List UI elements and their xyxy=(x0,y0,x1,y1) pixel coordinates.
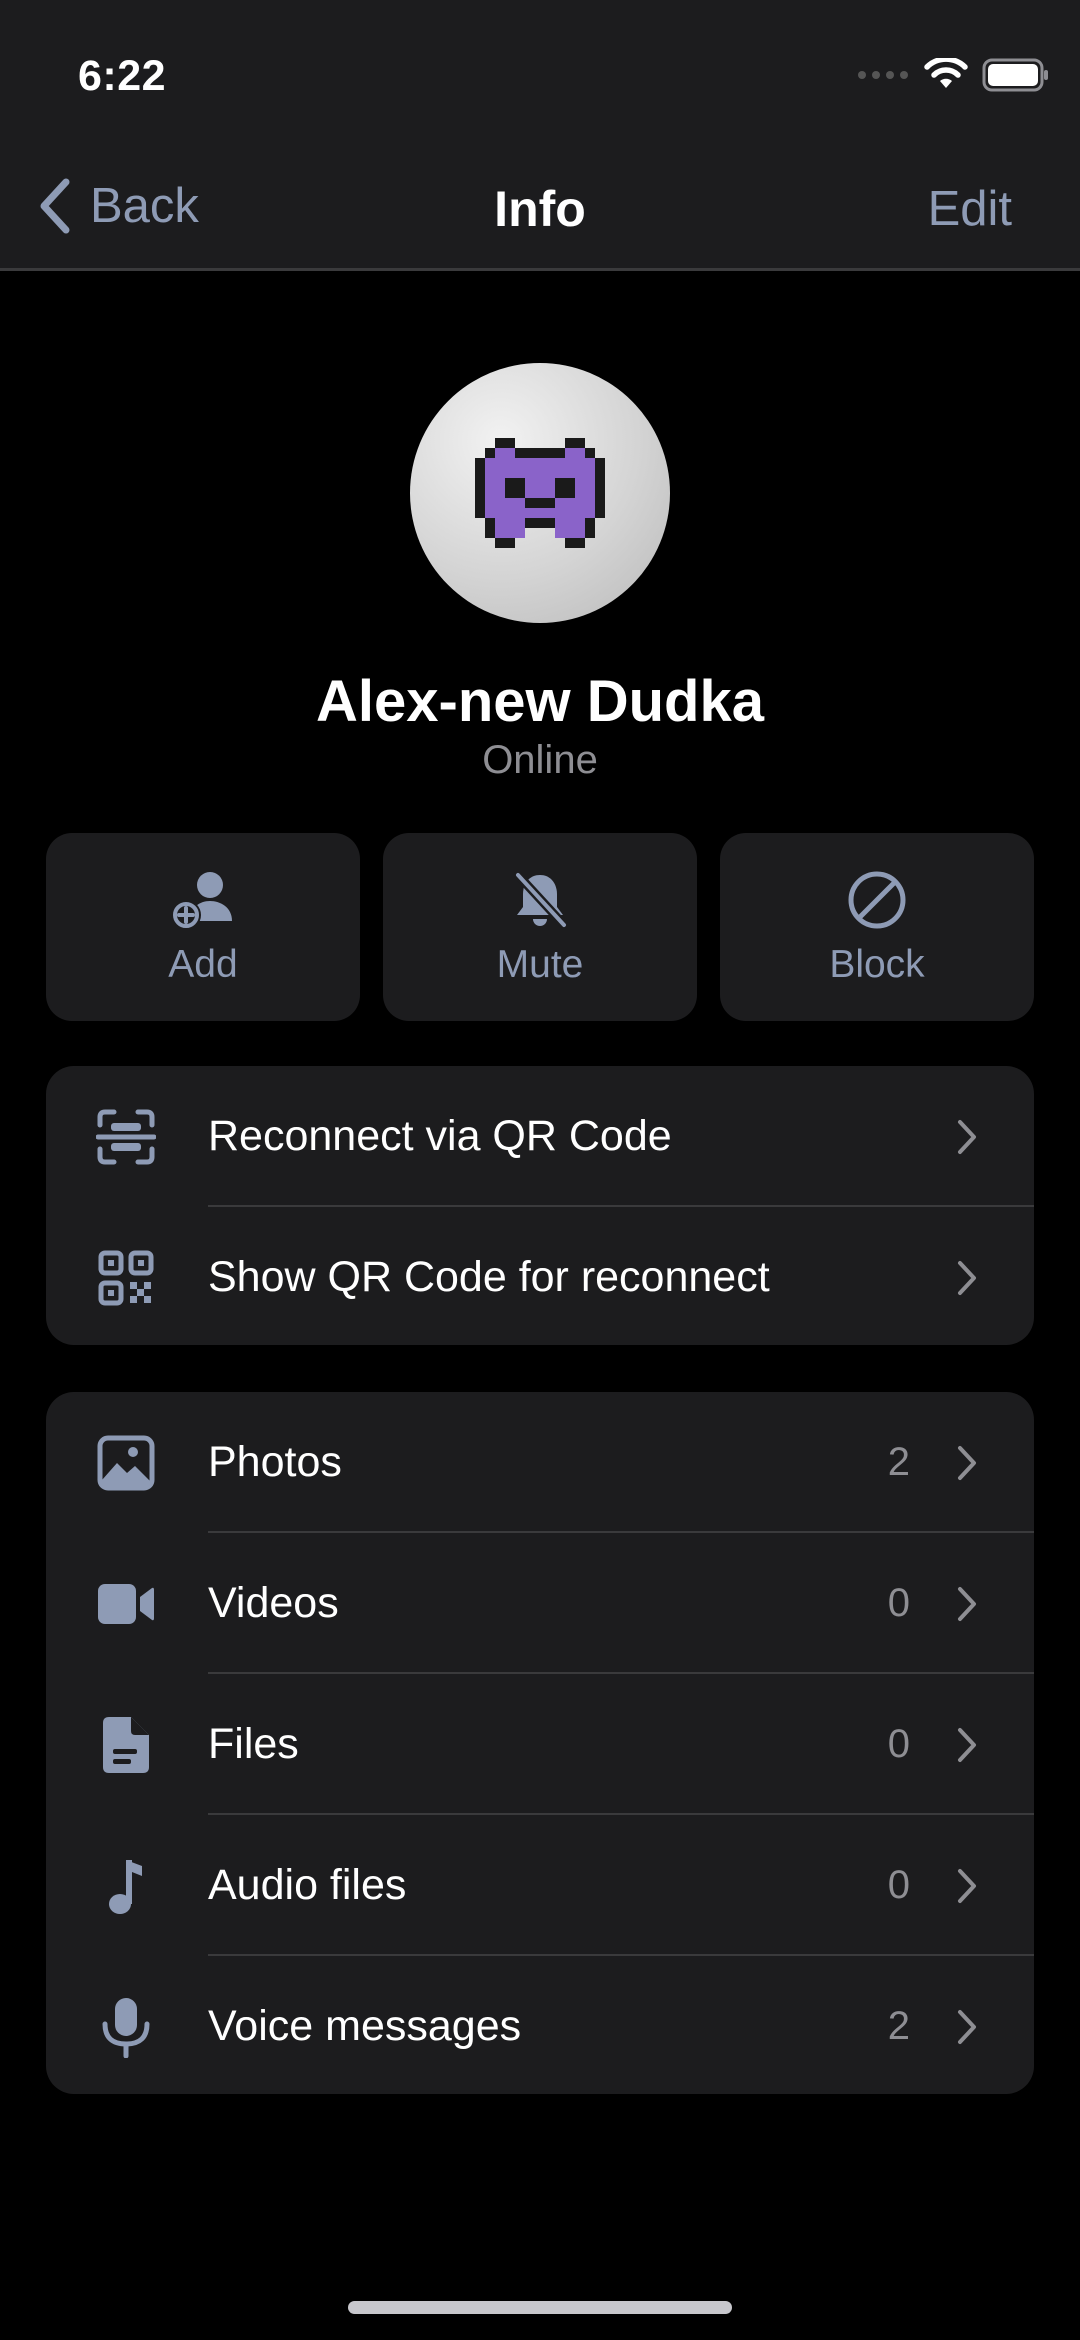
audio-files-count: 0 xyxy=(887,1863,910,1907)
reconnect-qr-label: Reconnect via QR Code xyxy=(208,1112,672,1160)
add-contact-icon xyxy=(171,872,232,930)
qr-scan-icon xyxy=(96,1109,156,1164)
audio-files-label: Audio files xyxy=(208,1861,407,1909)
voice-messages-row[interactable]: Voice messages 2 xyxy=(46,1956,1034,2094)
chevron-right-icon xyxy=(958,1727,976,1762)
photo-icon xyxy=(97,1435,155,1490)
mute-label: Mute xyxy=(496,943,584,986)
home-indicator[interactable] xyxy=(348,2301,732,2314)
wifi-icon xyxy=(924,58,968,88)
file-icon xyxy=(103,1716,149,1773)
videos-row[interactable]: Videos 0 xyxy=(46,1533,1034,1674)
chevron-right-icon xyxy=(958,1445,976,1480)
action-buttons: Add Mute Block xyxy=(46,833,1034,1021)
navigation-bar: Back Info Edit xyxy=(0,150,1080,271)
chevron-right-icon xyxy=(958,1119,976,1154)
reconnect-qr-row[interactable]: Reconnect via QR Code xyxy=(46,1066,1034,1207)
back-button[interactable]: Back xyxy=(38,170,199,242)
block-button[interactable]: Block xyxy=(720,833,1034,1021)
chevron-right-icon xyxy=(958,1586,976,1621)
photos-row[interactable]: Photos 2 xyxy=(46,1392,1034,1533)
status-time: 6:22 xyxy=(78,52,167,100)
block-icon xyxy=(848,871,906,929)
alien-monster-icon xyxy=(475,438,605,548)
chevron-right-icon xyxy=(958,1260,976,1295)
contact-name: Alex-new Dudka xyxy=(316,669,764,734)
audio-files-row[interactable]: Audio files 0 xyxy=(46,1815,1034,1956)
bell-slash-icon xyxy=(513,870,569,930)
cellular-signal-icon xyxy=(858,71,908,79)
videos-label: Videos xyxy=(208,1579,339,1627)
files-count: 0 xyxy=(887,1722,910,1766)
video-icon xyxy=(98,1583,154,1624)
chevron-right-icon xyxy=(958,2009,976,2044)
chevron-left-icon xyxy=(40,178,70,234)
show-qr-label: Show QR Code for reconnect xyxy=(208,1253,770,1301)
photos-count: 2 xyxy=(887,1440,910,1484)
files-row[interactable]: Files 0 xyxy=(46,1674,1034,1815)
mute-button[interactable]: Mute xyxy=(383,833,697,1021)
status-bar: 6:22 xyxy=(0,0,1080,150)
media-section: Photos 2 Videos 0 Files 0 Audio files 0 … xyxy=(46,1392,1034,2094)
photos-label: Photos xyxy=(208,1438,342,1486)
battery-icon xyxy=(982,58,1048,92)
files-label: Files xyxy=(208,1720,299,1768)
voice-messages-label: Voice messages xyxy=(208,2002,522,2050)
add-label: Add xyxy=(168,943,238,986)
avatar[interactable] xyxy=(410,363,670,623)
music-note-icon xyxy=(109,1859,142,1914)
back-label: Back xyxy=(90,179,199,233)
contact-status: Online xyxy=(482,738,598,782)
chevron-right-icon xyxy=(958,1868,976,1903)
qr-code-icon xyxy=(98,1250,154,1305)
voice-messages-count: 2 xyxy=(887,2004,910,2048)
microphone-icon xyxy=(102,1997,150,2058)
status-icons xyxy=(856,58,1050,92)
edit-button[interactable]: Edit xyxy=(928,150,1012,268)
videos-count: 0 xyxy=(887,1581,910,1625)
show-qr-row[interactable]: Show QR Code for reconnect xyxy=(46,1207,1034,1345)
qr-section: Reconnect via QR Code Show QR Code for r… xyxy=(46,1066,1034,1345)
add-button[interactable]: Add xyxy=(46,833,360,1021)
block-label: Block xyxy=(829,943,925,986)
